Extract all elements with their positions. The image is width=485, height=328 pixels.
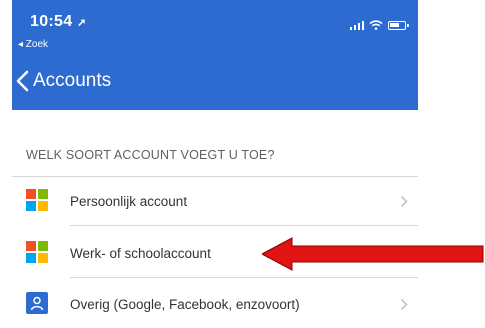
accounts-back-button[interactable]: Accounts: [16, 70, 111, 92]
status-indicators: [349, 20, 409, 30]
personal-account-row[interactable]: Persoonlijk account: [12, 177, 418, 225]
other-account-label: Overig (Google, Facebook, enzovoort): [70, 296, 300, 312]
divider: [70, 277, 418, 278]
status-time: 10:54 ➚: [30, 13, 87, 31]
person-icon: [26, 292, 48, 314]
work-school-account-label: Werk- of schoolaccount: [70, 245, 211, 261]
navigation-bar: 10:54 ➚ ◂ Zoek Accounts: [12, 0, 418, 110]
personal-account-label: Persoonlijk account: [70, 193, 188, 209]
back-to-app-link[interactable]: ◂ Zoek: [18, 39, 48, 50]
other-account-row[interactable]: Overig (Google, Facebook, enzovoort): [12, 280, 418, 328]
chevron-left-icon: [16, 70, 29, 92]
battery-icon: [388, 20, 409, 30]
wifi-icon: [369, 20, 383, 30]
signal-icon: [349, 20, 364, 30]
status-time-text: 10:54: [30, 13, 73, 30]
microsoft-logo-icon: [26, 241, 48, 263]
location-arrow-icon: ➚: [77, 17, 87, 29]
chevron-right-icon: [400, 298, 408, 310]
divider: [70, 225, 418, 226]
annotation-arrow-icon: [262, 237, 484, 271]
accounts-back-label: Accounts: [33, 70, 112, 91]
chevron-right-icon: [400, 195, 408, 207]
section-header: WELK SOORT ACCOUNT VOEGT U TOE?: [26, 148, 275, 162]
microsoft-logo-icon: [26, 189, 48, 211]
